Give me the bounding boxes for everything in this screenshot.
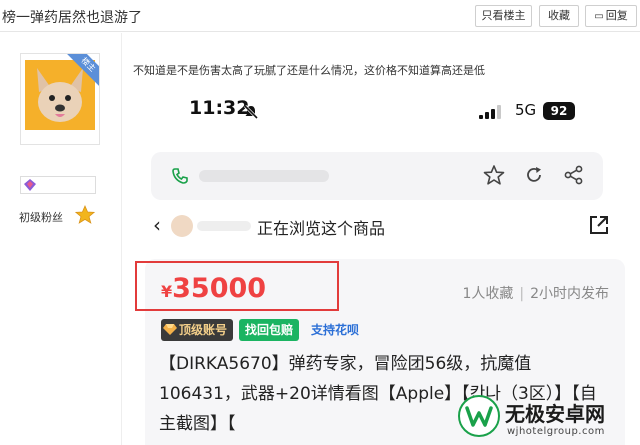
seller-avatar[interactable] [171,215,193,237]
blurred-seller-name [197,221,251,231]
favorite-button[interactable]: 收藏 [539,5,579,27]
watermark-url: wjhotelgroup.com [507,426,605,437]
phone-call-icon [172,168,188,184]
embedded-screenshot: 11:32 5G 92 ‹ 正在浏览这个商品 ¥35000 1人收藏 | 2小时… [131,83,640,445]
watermark-w-icon [465,406,493,427]
post-content: 不知道是不是伤害太高了玩腻了还是什么情况，这价格不知道算高还是低 11:32 5… [123,33,640,445]
browsing-row: ‹ 正在浏览这个商品 [145,213,625,239]
reply-button[interactable]: ▭ 回复 [585,5,637,27]
author-panel: 楼主 初级粉丝 [0,33,122,445]
battery-badge: 92 [543,102,575,120]
app-search-bar[interactable] [151,152,603,200]
watermark-logo [458,395,500,437]
product-meta: 1人收藏 | 2小时内发布 [462,283,609,303]
bell-muted-icon [243,104,259,120]
star-outline-icon[interactable] [483,164,505,186]
reply-label: 回复 [605,9,628,22]
signal-icon [479,105,501,119]
searchbar-actions [483,164,585,186]
diamond-icon [163,324,177,335]
back-chevron-icon[interactable]: ‹ [153,213,161,237]
browsing-label: 正在浏览这个商品 [257,219,386,238]
tag-top-account: 顶级账号 [161,319,234,341]
fan-level-label: 初级粉丝 [19,211,63,224]
product-tags: 顶级账号 找回包赔 支持花呗 [161,319,365,341]
blurred-text [199,170,329,182]
thread-header: 榜一弹药居然也退游了 只看楼主 收藏 ▭ 回复 [0,0,640,32]
tag-huabei: 支持花呗 [311,323,360,337]
price-value: 35000 [172,273,267,304]
price: ¥35000 [161,273,266,304]
thread-title: 榜一弹药居然也退游了 [2,10,142,26]
medal-icon [24,179,36,191]
posted-time: 2小时内发布 [530,286,609,302]
only-op-button[interactable]: 只看楼主 [475,5,532,27]
watermark-name: 无极安卓网 [505,402,605,426]
tag-top-account-label: 顶级账号 [179,323,228,337]
external-share-icon[interactable] [587,213,611,237]
avatar-frame[interactable]: 楼主 [20,53,100,145]
currency-symbol: ¥ [161,282,173,301]
star-level-icon [75,205,95,224]
reply-icon: ▭ [594,11,604,22]
refresh-icon[interactable] [523,164,545,186]
medal-slot[interactable] [20,176,96,194]
favorites-count: 1人收藏 [462,286,514,302]
share-nodes-icon[interactable] [563,164,585,186]
tag-recovery-guarantee: 找回包赔 [239,319,300,341]
meta-separator: | [519,286,525,302]
network-label: 5G [515,101,537,119]
status-time: 11:32 [189,97,250,119]
post-text: 不知道是不是伤害太高了玩腻了还是什么情况，这价格不知道算高还是低 [133,64,485,77]
